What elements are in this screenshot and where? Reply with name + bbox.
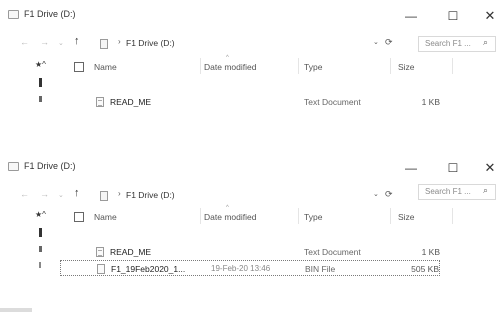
column-type[interactable]: Type bbox=[304, 62, 322, 72]
refresh-icon[interactable]: ⟳ bbox=[385, 189, 393, 200]
breadcrumb-separator: › bbox=[118, 37, 121, 46]
file-icon bbox=[96, 97, 104, 107]
navigation-pane: ★^ bbox=[0, 58, 60, 148]
search-placeholder: Search F1 ... bbox=[425, 187, 471, 196]
address-input[interactable]: › F1 Drive (D:) ⌄ ⟳ bbox=[96, 188, 396, 204]
file-date: 19-Feb-20 13:46 bbox=[211, 264, 271, 273]
drive-icon bbox=[8, 10, 19, 19]
column-size[interactable]: Size bbox=[398, 62, 415, 72]
nav-item-icon[interactable] bbox=[39, 96, 42, 102]
back-arrow-icon[interactable]: ← bbox=[20, 37, 29, 47]
chevron-down-icon[interactable]: ⌄ bbox=[373, 38, 379, 46]
file-name: READ_ME bbox=[110, 247, 152, 257]
column-divider[interactable] bbox=[200, 58, 201, 74]
search-icon[interactable]: ⌕ bbox=[483, 185, 488, 196]
explorer-window-2: F1 Drive (D:) — ☐ ✕ ← → ⌄ ↑ › F1 Drive (… bbox=[0, 152, 501, 302]
sort-caret-icon: ^ bbox=[226, 205, 229, 211]
title-bar: F1 Drive (D:) — ☐ ✕ bbox=[0, 152, 501, 182]
file-icon bbox=[96, 247, 104, 257]
window-title: F1 Drive (D:) bbox=[24, 161, 76, 171]
file-size: 1 KB bbox=[421, 97, 440, 107]
select-all-checkbox[interactable] bbox=[74, 212, 84, 222]
quick-access-icon[interactable]: ★^ bbox=[35, 60, 46, 69]
column-divider[interactable] bbox=[200, 208, 201, 224]
navigation-pane: ★^ bbox=[0, 208, 60, 298]
recent-dropdown-icon[interactable]: ⌄ bbox=[58, 191, 64, 199]
column-name[interactable]: Name bbox=[94, 212, 117, 222]
file-type: Text Document bbox=[304, 97, 361, 107]
chevron-down-icon[interactable]: ⌄ bbox=[373, 190, 379, 198]
breadcrumb-path[interactable]: F1 Drive (D:) bbox=[126, 190, 175, 200]
column-divider[interactable] bbox=[390, 208, 391, 224]
column-header: Name ^ Date modified Type Size bbox=[60, 55, 501, 76]
column-date-modified[interactable]: Date modified bbox=[204, 62, 256, 72]
column-date-modified[interactable]: Date modified bbox=[204, 212, 256, 222]
file-name: F1_19Feb2020_1... bbox=[111, 264, 186, 274]
nav-item-icon[interactable] bbox=[39, 262, 41, 268]
file-size: 1 KB bbox=[421, 247, 440, 257]
column-divider[interactable] bbox=[298, 58, 299, 74]
forward-arrow-icon[interactable]: → bbox=[40, 189, 49, 199]
column-name[interactable]: Name bbox=[94, 62, 117, 72]
horizontal-scrollbar[interactable] bbox=[0, 308, 32, 312]
select-all-checkbox[interactable] bbox=[74, 62, 84, 72]
close-button[interactable]: ✕ bbox=[475, 5, 501, 27]
file-row-selected[interactable]: F1_19Feb2020_1... 19-Feb-20 13:46 BIN Fi… bbox=[60, 260, 440, 276]
minimize-button[interactable]: — bbox=[396, 5, 426, 27]
search-placeholder: Search F1 ... bbox=[425, 39, 471, 48]
column-divider[interactable] bbox=[298, 208, 299, 224]
maximize-button[interactable]: ☐ bbox=[438, 157, 468, 179]
file-name: READ_ME bbox=[110, 97, 152, 107]
close-button[interactable]: ✕ bbox=[475, 157, 501, 179]
explorer-window-1: F1 Drive (D:) — ☐ ✕ ← → ⌄ ↑ › F1 Drive (… bbox=[0, 0, 501, 150]
forward-arrow-icon[interactable]: → bbox=[40, 37, 49, 47]
nav-item-icon[interactable] bbox=[39, 78, 42, 87]
window-title: F1 Drive (D:) bbox=[24, 9, 76, 19]
column-type[interactable]: Type bbox=[304, 212, 322, 222]
column-divider[interactable] bbox=[452, 208, 453, 224]
maximize-button[interactable]: ☐ bbox=[438, 5, 468, 27]
quick-access-icon[interactable]: ★^ bbox=[35, 210, 46, 219]
file-icon bbox=[97, 264, 105, 274]
search-input[interactable]: Search F1 ... ⌕ bbox=[418, 36, 496, 52]
file-size: 505 KB bbox=[411, 264, 439, 274]
nav-item-icon[interactable] bbox=[39, 228, 42, 237]
minimize-button[interactable]: — bbox=[396, 157, 426, 179]
breadcrumb-path[interactable]: F1 Drive (D:) bbox=[126, 38, 175, 48]
address-input[interactable]: › F1 Drive (D:) ⌄ ⟳ bbox=[96, 36, 396, 52]
drive-icon bbox=[100, 191, 108, 201]
sort-caret-icon: ^ bbox=[226, 55, 229, 61]
column-header: Name ^ Date modified Type Size bbox=[60, 205, 501, 226]
search-input[interactable]: Search F1 ... ⌕ bbox=[418, 184, 496, 200]
file-row[interactable]: READ_ME Text Document 1 KB bbox=[60, 244, 440, 260]
up-arrow-icon[interactable]: ↑ bbox=[74, 35, 80, 47]
up-arrow-icon[interactable]: ↑ bbox=[74, 187, 80, 199]
column-size[interactable]: Size bbox=[398, 212, 415, 222]
refresh-icon[interactable]: ⟳ bbox=[385, 37, 393, 48]
back-arrow-icon[interactable]: ← bbox=[20, 189, 29, 199]
file-type: Text Document bbox=[304, 247, 361, 257]
recent-dropdown-icon[interactable]: ⌄ bbox=[58, 39, 64, 47]
title-bar: F1 Drive (D:) — ☐ ✕ bbox=[0, 0, 501, 30]
drive-icon bbox=[100, 39, 108, 49]
column-divider[interactable] bbox=[390, 58, 391, 74]
column-divider[interactable] bbox=[452, 58, 453, 74]
drive-icon bbox=[8, 162, 19, 171]
nav-item-icon[interactable] bbox=[39, 246, 42, 252]
file-row[interactable]: READ_ME Text Document 1 KB bbox=[60, 94, 440, 110]
breadcrumb-separator: › bbox=[118, 189, 121, 198]
file-type: BIN File bbox=[305, 264, 336, 274]
search-icon[interactable]: ⌕ bbox=[483, 37, 488, 48]
